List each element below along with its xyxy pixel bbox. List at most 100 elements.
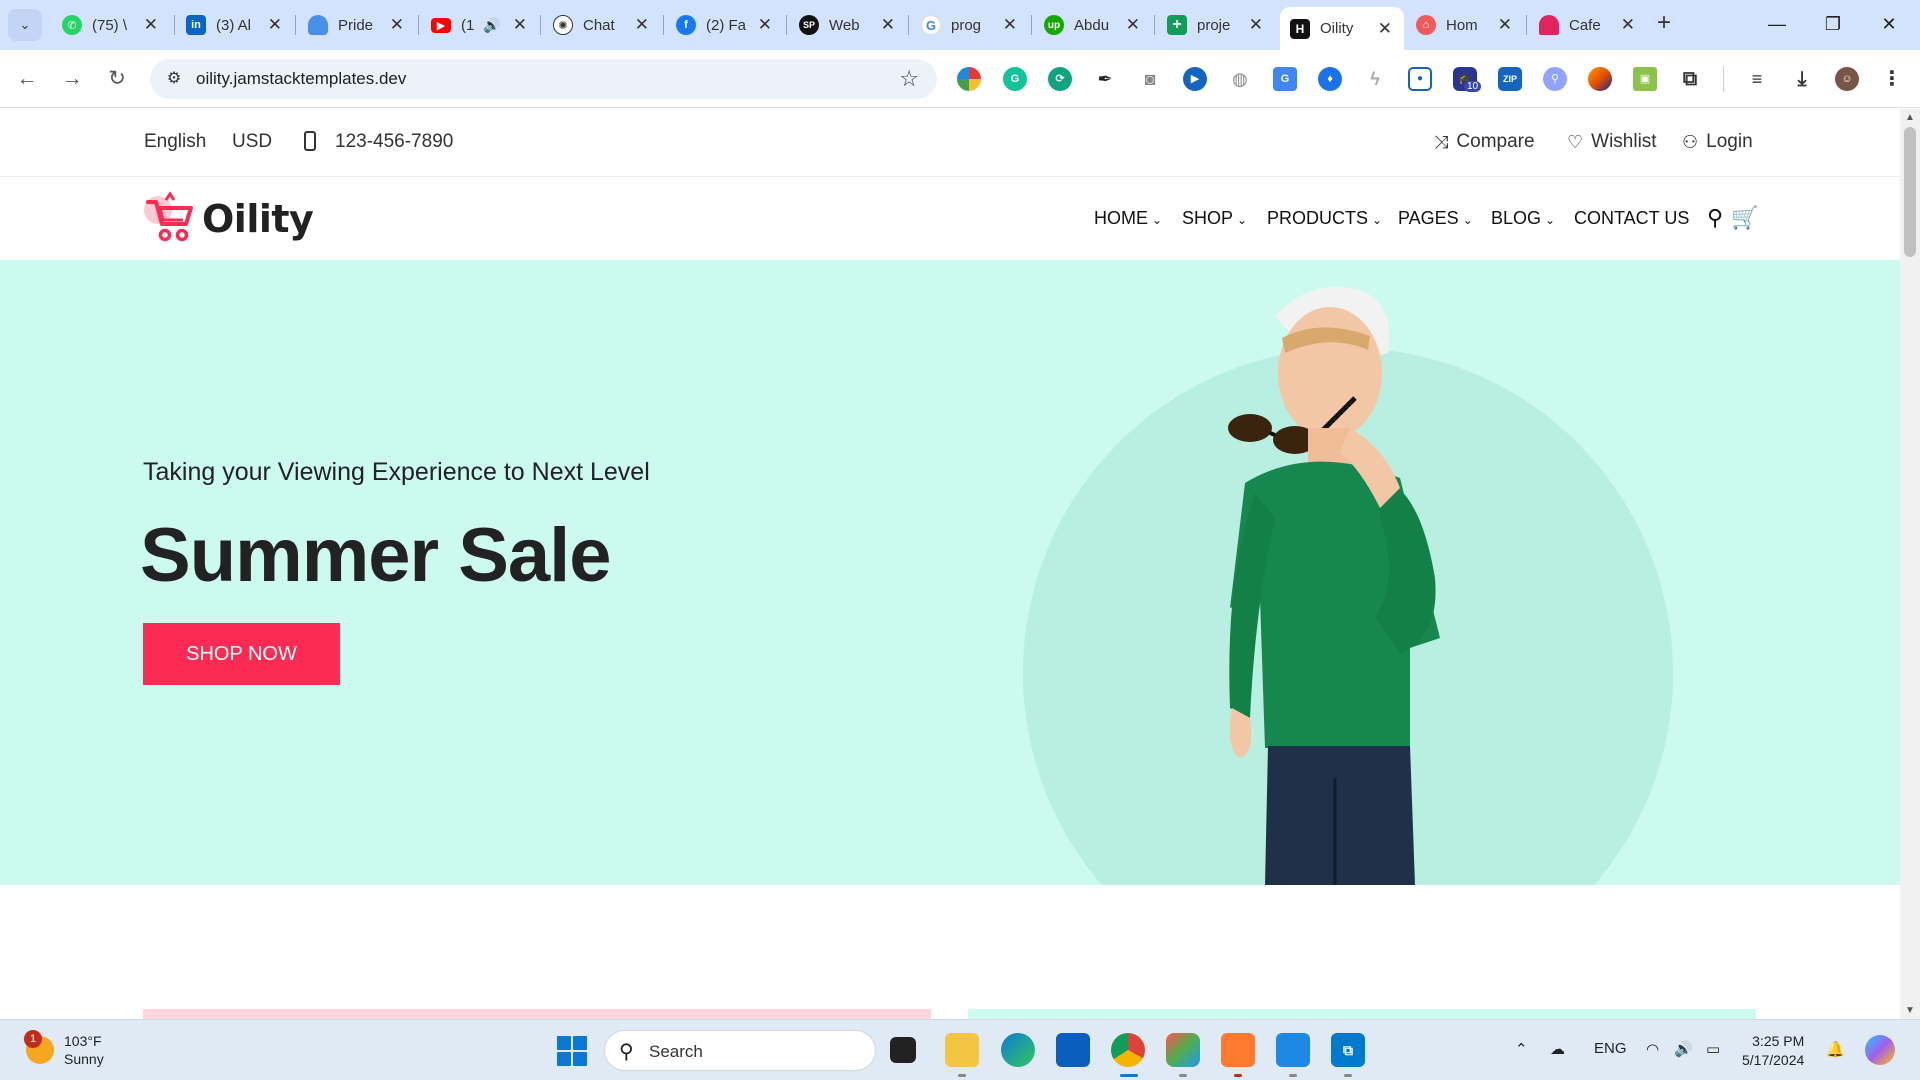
cart-icon[interactable]: 🛒 — [1731, 205, 1758, 231]
browser-tab[interactable]: ✆ (75) \ ✕ — [52, 7, 170, 43]
login-link[interactable]: ⚇ Login — [1682, 131, 1753, 153]
copilot-icon[interactable] — [1865, 1035, 1895, 1065]
chevron-up-icon[interactable]: ⌃ — [1515, 1040, 1528, 1058]
taskbar-search[interactable]: ⚲ Search — [604, 1030, 876, 1071]
restore-button[interactable]: ❐ — [1810, 8, 1856, 40]
video-extension-icon[interactable]: ▶ — [1183, 67, 1207, 91]
browser-tab[interactable]: G prog ✕ — [911, 7, 1029, 43]
shop-now-button[interactable]: SHOP NOW — [143, 623, 340, 685]
site-info-icon[interactable]: ⚙ — [162, 67, 186, 91]
close-icon[interactable]: ✕ — [390, 15, 404, 35]
close-icon[interactable]: ✕ — [1003, 15, 1017, 35]
store-icon[interactable] — [1056, 1033, 1090, 1067]
edge-icon[interactable] — [1001, 1033, 1035, 1067]
close-icon[interactable]: ✕ — [758, 15, 772, 35]
browser-tab[interactable]: up Abdu ✕ — [1034, 7, 1152, 43]
currency-selector[interactable]: USD — [232, 131, 272, 153]
nav-home[interactable]: HOME ⌄ — [1094, 208, 1162, 229]
wishlist-link[interactable]: ♡ Wishlist — [1567, 131, 1657, 153]
grammarly-icon[interactable]: G — [1003, 67, 1027, 91]
nav-products[interactable]: PRODUCTS ⌄ — [1267, 208, 1382, 229]
task-view-icon[interactable] — [890, 1037, 916, 1063]
eyedropper-icon[interactable]: ✒ — [1093, 67, 1117, 91]
weather-widget[interactable]: 1 103°F Sunny — [24, 1030, 104, 1068]
green-box-extension-icon[interactable]: ▣ — [1633, 67, 1657, 91]
minimize-button[interactable]: — — [1754, 8, 1800, 40]
compare-link[interactable]: ⤨ Compare — [1434, 131, 1535, 153]
scroll-down-icon[interactable]: ▼ — [1905, 1005, 1915, 1016]
browser-tab[interactable]: ▶ (1 🔊 ✕ — [421, 7, 539, 43]
browser-tab[interactable]: f (2) Fa ✕ — [666, 7, 784, 43]
profile-avatar[interactable]: ☺ — [1835, 67, 1859, 91]
nav-contact-us[interactable]: CONTACT US — [1574, 208, 1689, 229]
search-extension-icon[interactable]: ⚲ — [1543, 67, 1567, 91]
sublime-text-icon[interactable] — [1221, 1033, 1255, 1067]
browser-tab-active[interactable]: H Oility ✕ — [1280, 7, 1404, 50]
reload-button[interactable]: ↻ — [102, 64, 132, 94]
close-icon[interactable]: ✕ — [1498, 15, 1512, 35]
camera-icon[interactable]: ◙ — [1138, 67, 1162, 91]
orange-extension-icon[interactable] — [1588, 67, 1612, 91]
paint-icon[interactable] — [1166, 1033, 1200, 1067]
system-clock[interactable]: 3:25 PM 5/17/2024 — [1742, 1032, 1804, 1070]
vscode-icon[interactable]: ⧉ — [1331, 1033, 1365, 1067]
bookmark-star-icon[interactable]: ☆ — [899, 66, 919, 92]
start-button[interactable] — [557, 1036, 587, 1066]
browser-tab[interactable]: Cafe ✕ — [1529, 7, 1647, 43]
globe-icon[interactable]: ◍ — [1228, 67, 1252, 91]
screen-record-icon[interactable]: ● — [1408, 67, 1432, 91]
forward-button[interactable]: → — [57, 64, 87, 94]
close-icon[interactable]: ✕ — [1621, 15, 1635, 35]
refresh-extension-icon[interactable]: ⟳ — [1048, 67, 1072, 91]
onedrive-icon[interactable]: ☁ — [1550, 1040, 1565, 1058]
zip-icon[interactable]: ZIP — [1498, 67, 1522, 91]
browser-tab[interactable]: Pride ✕ — [298, 7, 416, 43]
lightning-icon[interactable]: ϟ — [1363, 67, 1387, 91]
close-window-button[interactable]: ✕ — [1866, 8, 1912, 40]
url-text[interactable]: oility.jamstacktemplates.dev — [196, 69, 406, 89]
close-icon[interactable]: ✕ — [1249, 15, 1263, 35]
browser-tab[interactable]: ✺ Chat ✕ — [543, 7, 661, 43]
phone-number[interactable]: 123-456-7890 — [335, 131, 453, 153]
speaker-icon[interactable]: 🔊 — [483, 17, 500, 34]
volume-icon[interactable]: 🔊 — [1674, 1040, 1693, 1058]
nav-blog[interactable]: BLOG ⌄ — [1491, 208, 1555, 229]
language-selector[interactable]: English — [144, 131, 206, 153]
search-icon[interactable]: ⚲ — [1707, 205, 1723, 231]
input-language[interactable]: ENG — [1594, 1040, 1627, 1057]
new-tab-button[interactable]: + — [1650, 10, 1678, 38]
color-picker-extension-icon[interactable] — [957, 67, 981, 91]
drop-extension-icon[interactable]: ♦ — [1318, 67, 1342, 91]
address-bar[interactable]: ⚙ oility.jamstacktemplates.dev ☆ — [150, 59, 937, 99]
notification-bell-icon[interactable]: 🔔 — [1826, 1040, 1845, 1058]
translate-icon[interactable]: G — [1273, 67, 1297, 91]
back-button[interactable]: ← — [12, 64, 42, 94]
close-icon[interactable]: ✕ — [268, 15, 282, 35]
media-queue-icon[interactable]: ≡ — [1745, 67, 1769, 91]
battery-icon[interactable]: ▭ — [1706, 1040, 1720, 1058]
tab-search-button[interactable]: ⌄ — [8, 9, 42, 41]
nav-pages[interactable]: PAGES ⌄ — [1398, 208, 1473, 229]
chrome-icon[interactable] — [1111, 1033, 1145, 1067]
browser-tab[interactable]: ⌂ Hom ✕ — [1406, 7, 1524, 43]
puzzle-icon[interactable]: ⧉ — [1678, 67, 1702, 91]
browser-tab[interactable]: + proje ✕ — [1157, 7, 1275, 43]
close-icon[interactable]: ✕ — [881, 15, 895, 35]
browser-tab[interactable]: SP Web ✕ — [789, 7, 907, 43]
site-logo[interactable]: Oility — [142, 190, 314, 248]
close-icon[interactable]: ✕ — [635, 15, 649, 35]
download-icon[interactable]: ⤓ — [1790, 67, 1814, 91]
page-scrollbar[interactable]: ▲ ▼ — [1900, 109, 1920, 1019]
file-explorer-icon[interactable] — [945, 1033, 979, 1067]
image-viewer-icon[interactable] — [1276, 1033, 1310, 1067]
more-menu-icon[interactable]: ⋮ — [1880, 67, 1904, 91]
scroll-up-icon[interactable]: ▲ — [1905, 112, 1915, 123]
close-icon[interactable]: ✕ — [513, 15, 527, 35]
scrollbar-thumb[interactable] — [1904, 127, 1916, 257]
wifi-icon[interactable]: ◠ — [1646, 1040, 1659, 1058]
nav-shop[interactable]: SHOP ⌄ — [1182, 208, 1247, 229]
close-icon[interactable]: ✕ — [1378, 19, 1392, 39]
close-icon[interactable]: ✕ — [1126, 15, 1140, 35]
close-icon[interactable]: ✕ — [144, 15, 158, 35]
browser-tab[interactable]: in (3) Al ✕ — [176, 7, 294, 43]
